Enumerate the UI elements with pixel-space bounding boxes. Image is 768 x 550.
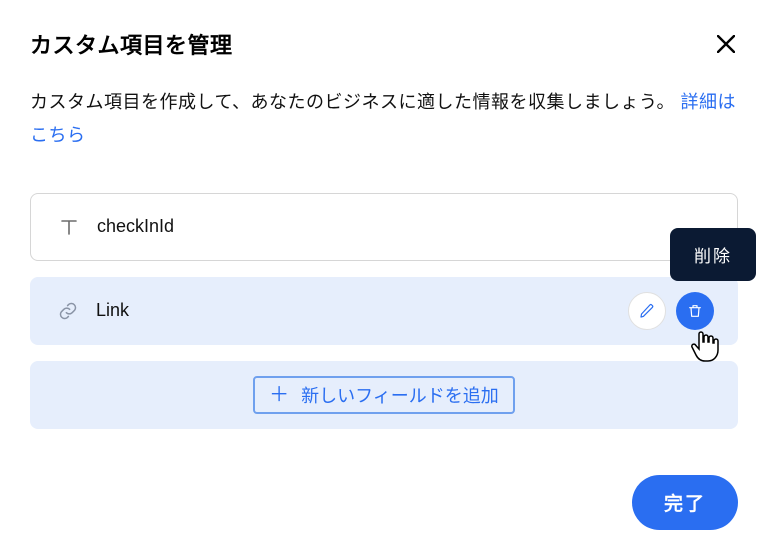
- close-icon: [717, 35, 735, 53]
- field-row-text[interactable]: checkInId: [30, 193, 738, 261]
- link-type-icon: [54, 301, 82, 321]
- text-type-icon: [55, 217, 83, 237]
- pencil-icon: [639, 303, 655, 319]
- dialog-title: カスタム項目を管理: [30, 28, 233, 60]
- plus-icon: ＋: [269, 385, 289, 405]
- done-button[interactable]: 完了: [632, 475, 738, 530]
- field-list: checkInId Link ＋ 新しいフィールドを追加: [30, 193, 738, 429]
- cursor-hand-icon: [690, 328, 720, 369]
- field-label: Link: [96, 300, 628, 321]
- edit-field-button[interactable]: [628, 292, 666, 330]
- dialog-description: カスタム項目を作成して、あなたのビジネスに適した情報を収集しましょう。 詳細はこ…: [30, 86, 738, 153]
- field-label: checkInId: [97, 216, 713, 237]
- trash-icon: [687, 303, 703, 319]
- close-button[interactable]: [714, 32, 738, 56]
- add-field-button[interactable]: ＋ 新しいフィールドを追加: [30, 361, 738, 429]
- description-text: カスタム項目を作成して、あなたのビジネスに適した情報を収集しましょう。: [30, 92, 680, 112]
- field-row-link[interactable]: Link: [30, 277, 738, 345]
- delete-field-button[interactable]: [676, 292, 714, 330]
- add-field-label: 新しいフィールドを追加: [301, 382, 499, 408]
- delete-tooltip: 削除: [670, 228, 756, 281]
